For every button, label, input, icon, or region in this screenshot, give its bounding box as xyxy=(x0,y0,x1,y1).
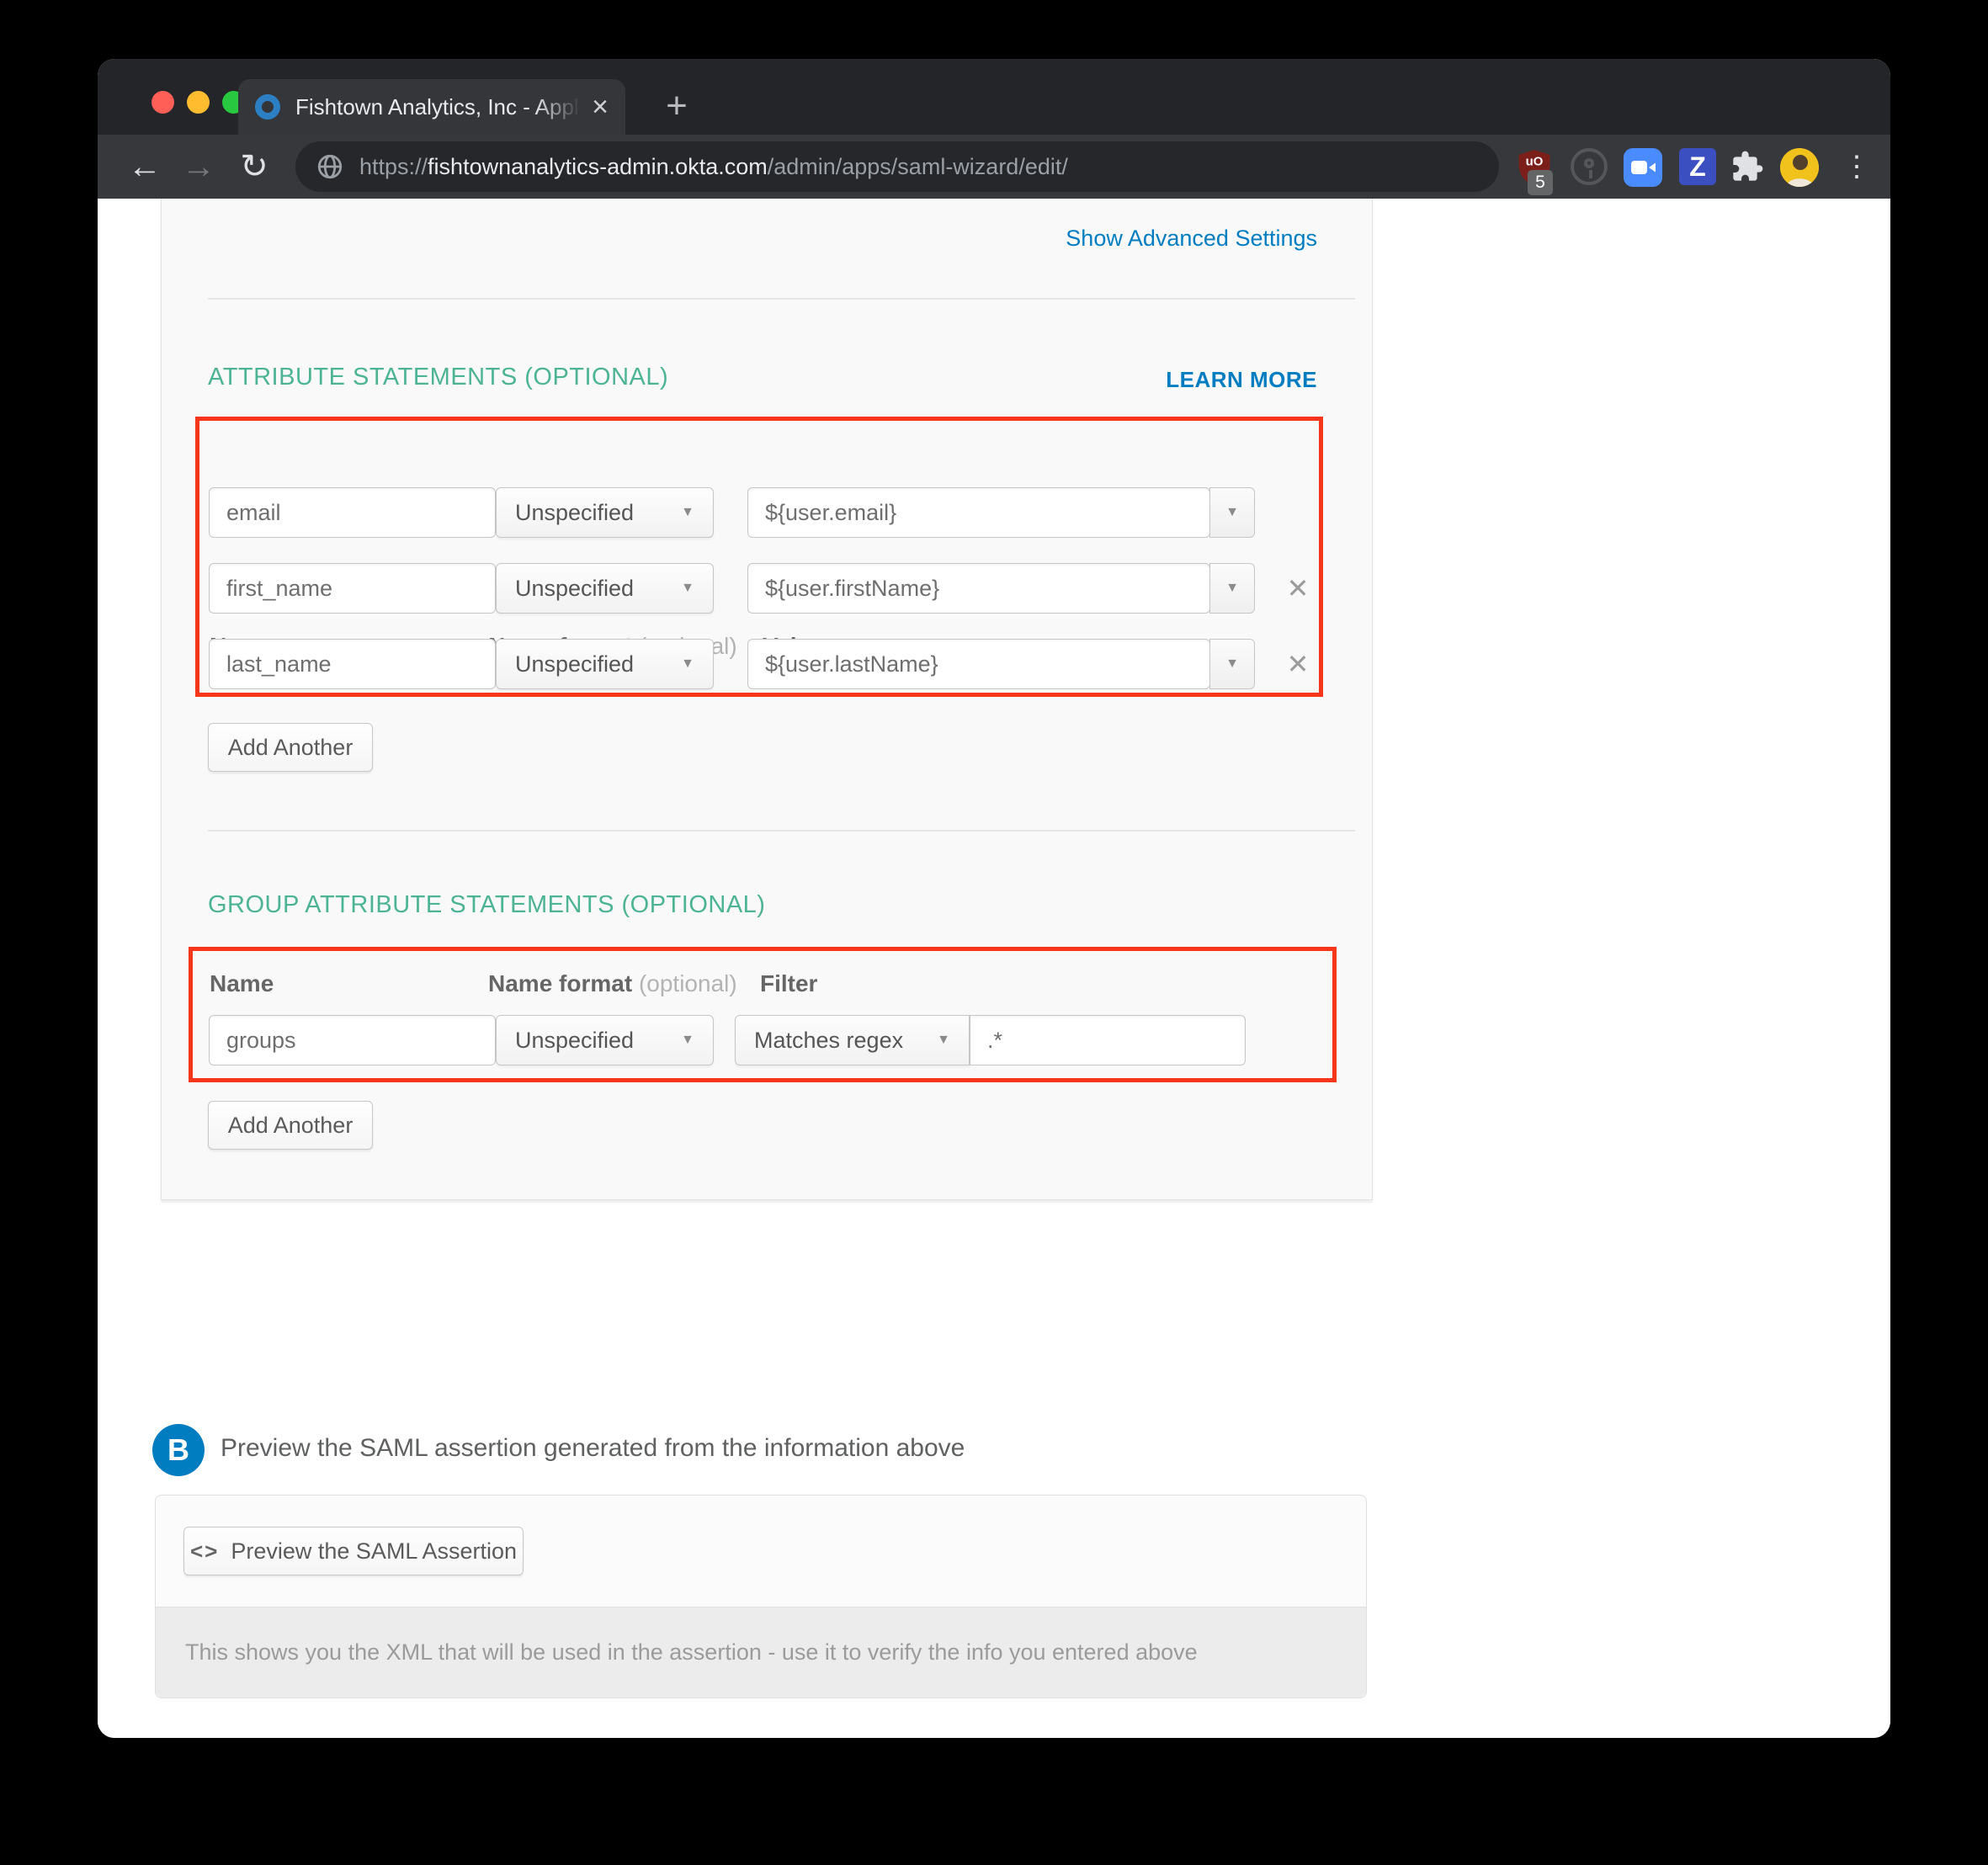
attr-value-input[interactable] xyxy=(747,487,1210,538)
attr-value-input[interactable] xyxy=(747,563,1210,614)
chevron-down-icon: ▼ xyxy=(1225,581,1239,596)
browser-menu-icon[interactable]: ⋮ xyxy=(1842,148,1872,185)
ublock-badge: 5 xyxy=(1528,170,1553,195)
attr-name-input[interactable] xyxy=(209,487,496,538)
attr-name-format-dropdown[interactable]: Unspecified ▼ xyxy=(496,563,714,614)
screenshot-stage: Fishtown Analytics, Inc - Applic × + ← →… xyxy=(0,0,1988,1865)
attr-name-input[interactable] xyxy=(209,639,496,689)
preview-saml-assertion-button[interactable]: <> Preview the SAML Assertion xyxy=(183,1527,524,1575)
okta-favicon-icon xyxy=(255,94,280,120)
back-icon[interactable]: ← xyxy=(121,135,168,199)
attr-name-format-dropdown[interactable]: Unspecified ▼ xyxy=(496,487,714,538)
add-another-group-attribute-button[interactable]: Add Another xyxy=(208,1101,373,1150)
add-another-attribute-button[interactable]: Add Another xyxy=(208,723,373,772)
section-divider xyxy=(208,830,1355,832)
preview-note-text: This shows you the XML that will be used… xyxy=(185,1639,1198,1666)
browser-window: Fishtown Analytics, Inc - Applic × + ← →… xyxy=(98,59,1890,1738)
column-header-name: Name xyxy=(210,970,274,997)
attr-name-format-dropdown[interactable]: Unspecified ▼ xyxy=(496,639,714,689)
group-filter-type-dropdown[interactable]: Matches regex ▼ xyxy=(735,1015,970,1065)
site-info-globe-icon[interactable] xyxy=(316,152,344,181)
url-text: https://fishtownanalytics-admin.okta.com… xyxy=(359,154,1068,180)
chevron-down-icon: ▼ xyxy=(1225,656,1239,672)
chevron-down-icon: ▼ xyxy=(669,656,694,672)
chevron-down-icon: ▼ xyxy=(669,1033,694,1048)
attr-value-dropdown-button[interactable]: ▼ xyxy=(1209,639,1255,689)
code-icon: <> xyxy=(190,1538,219,1565)
step-b-heading: Preview the SAML assertion generated fro… xyxy=(221,1434,965,1463)
attr-value-input[interactable] xyxy=(747,639,1210,689)
browser-tab[interactable]: Fishtown Analytics, Inc - Applic × xyxy=(238,79,625,135)
extensions-puzzle-icon[interactable] xyxy=(1729,148,1766,185)
keyhole-icon xyxy=(1584,158,1594,168)
attribute-statements-title: ATTRIBUTE STATEMENTS (OPTIONAL) xyxy=(208,364,668,391)
password-manager-extension-icon[interactable] xyxy=(1571,148,1608,185)
chevron-down-icon: ▼ xyxy=(669,505,694,520)
group-filter-value-input[interactable] xyxy=(970,1015,1246,1065)
preview-note-area: This shows you the XML that will be used… xyxy=(156,1607,1366,1698)
url-path: /admin/apps/saml-wizard/edit/ xyxy=(768,154,1068,179)
column-header-filter: Filter xyxy=(760,970,817,997)
saml-settings-card: Show Advanced Settings ATTRIBUTE STATEME… xyxy=(161,199,1373,1200)
okta-saml-wizard-page: Show Advanced Settings ATTRIBUTE STATEME… xyxy=(98,199,1890,1738)
preview-assertion-card: <> Preview the SAML Assertion This shows… xyxy=(155,1495,1367,1698)
step-b-badge: B xyxy=(152,1424,205,1476)
tab-close-icon[interactable]: × xyxy=(592,94,609,120)
ublock-extension-icon[interactable]: uO 5 xyxy=(1516,148,1553,189)
chevron-down-icon: ▼ xyxy=(925,1033,950,1048)
group-name-input[interactable] xyxy=(209,1015,496,1065)
show-advanced-settings-link[interactable]: Show Advanced Settings xyxy=(1066,226,1317,252)
url-scheme: https:// xyxy=(359,154,428,179)
remove-row-icon[interactable]: ✕ xyxy=(1281,647,1315,681)
chevron-down-icon: ▼ xyxy=(669,581,694,596)
attr-value-dropdown-button[interactable]: ▼ xyxy=(1209,563,1255,614)
reload-icon[interactable]: ↻ xyxy=(231,135,278,199)
video-camera-icon xyxy=(1624,148,1662,187)
zoom-extension-icon[interactable] xyxy=(1624,148,1662,187)
url-host: fishtownanalytics-admin.okta.com xyxy=(428,154,768,179)
address-bar[interactable]: https://fishtownanalytics-admin.okta.com… xyxy=(295,141,1499,192)
learn-more-link[interactable]: LEARN MORE xyxy=(1166,367,1317,393)
section-divider xyxy=(208,298,1355,300)
chevron-down-icon: ▼ xyxy=(1225,505,1239,520)
forward-icon[interactable]: → xyxy=(175,135,222,199)
remove-row-icon[interactable]: ✕ xyxy=(1281,571,1315,605)
attr-name-input[interactable] xyxy=(209,563,496,614)
group-name-format-dropdown[interactable]: Unspecified ▼ xyxy=(496,1015,714,1065)
column-header-name-format: Name format (optional) xyxy=(488,970,737,997)
tab-strip: Fishtown Analytics, Inc - Applic × + xyxy=(98,59,1890,135)
profile-avatar[interactable] xyxy=(1780,148,1819,187)
browser-toolbar: ← → ↻ https://fishtownanalytics-admin.ok… xyxy=(98,135,1890,199)
close-window-button[interactable] xyxy=(151,91,174,114)
group-attribute-statements-title: GROUP ATTRIBUTE STATEMENTS (OPTIONAL) xyxy=(208,891,765,919)
z-extension-icon[interactable]: Z xyxy=(1679,148,1716,185)
minimize-window-button[interactable] xyxy=(187,91,210,114)
window-controls xyxy=(151,91,245,114)
attr-value-dropdown-button[interactable]: ▼ xyxy=(1209,487,1255,538)
svg-text:uO: uO xyxy=(1526,155,1544,169)
new-tab-button[interactable]: + xyxy=(653,82,700,130)
tab-title: Fishtown Analytics, Inc - Applic xyxy=(295,94,587,120)
